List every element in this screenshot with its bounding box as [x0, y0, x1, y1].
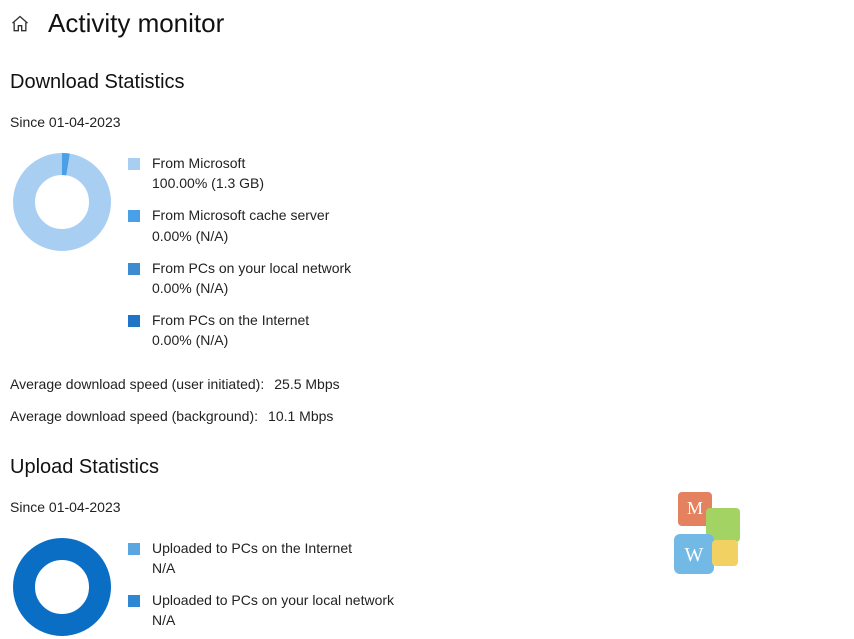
legend-item: From PCs on the Internet 0.00% (N/A)	[128, 311, 351, 349]
legend-value: N/A	[152, 611, 394, 629]
download-since: Since 01-04-2023	[0, 100, 854, 136]
legend-item: From Microsoft 100.00% (1.3 GB)	[128, 154, 351, 192]
legend-value: 0.00% (N/A)	[152, 227, 329, 245]
stat-value: 10.1 Mbps	[268, 408, 333, 424]
legend-item: Uploaded to PCs on the Internet N/A	[128, 539, 394, 577]
upload-donut-chart	[10, 535, 114, 639]
stat-label: Average download speed (user initiated):	[10, 376, 264, 392]
legend-label: From PCs on your local network	[152, 259, 351, 277]
avg-download-user: Average download speed (user initiated):…	[0, 350, 854, 396]
legend-value: 100.00% (1.3 GB)	[152, 174, 264, 192]
upload-since: Since 01-04-2023	[0, 485, 854, 521]
page-title: Activity monitor	[48, 8, 224, 39]
legend-item: Uploaded to PCs on your local network N/…	[128, 591, 394, 629]
download-donut-chart	[10, 150, 114, 254]
legend-label: From Microsoft	[152, 154, 264, 172]
legend-label: Uploaded to PCs on the Internet	[152, 539, 352, 557]
legend-swatch-icon	[128, 210, 140, 222]
legend-swatch-icon	[128, 263, 140, 275]
avg-download-background: Average download speed (background): 10.…	[0, 396, 854, 428]
upload-section-title: Upload Statistics	[0, 428, 854, 485]
upload-stats: Uploaded to PCs on the Internet N/A Uplo…	[0, 521, 854, 639]
stat-value: 25.5 Mbps	[274, 376, 339, 392]
legend-swatch-icon	[128, 158, 140, 170]
download-section-title: Download Statistics	[0, 43, 854, 100]
legend-label: From PCs on the Internet	[152, 311, 309, 329]
download-stats: From Microsoft 100.00% (1.3 GB) From Mic…	[0, 136, 854, 350]
legend-label: Uploaded to PCs on your local network	[152, 591, 394, 609]
header: Activity monitor	[0, 0, 854, 43]
legend-swatch-icon	[128, 315, 140, 327]
legend-value: N/A	[152, 559, 352, 577]
legend-swatch-icon	[128, 543, 140, 555]
download-legend: From Microsoft 100.00% (1.3 GB) From Mic…	[128, 150, 351, 350]
stat-label: Average download speed (background):	[10, 408, 258, 424]
legend-value: 0.00% (N/A)	[152, 279, 351, 297]
home-icon[interactable]	[10, 14, 30, 34]
legend-label: From Microsoft cache server	[152, 206, 329, 224]
upload-legend: Uploaded to PCs on the Internet N/A Uplo…	[128, 535, 394, 630]
legend-value: 0.00% (N/A)	[152, 331, 309, 349]
legend-item: From Microsoft cache server 0.00% (N/A)	[128, 206, 351, 244]
legend-item: From PCs on your local network 0.00% (N/…	[128, 259, 351, 297]
legend-swatch-icon	[128, 595, 140, 607]
